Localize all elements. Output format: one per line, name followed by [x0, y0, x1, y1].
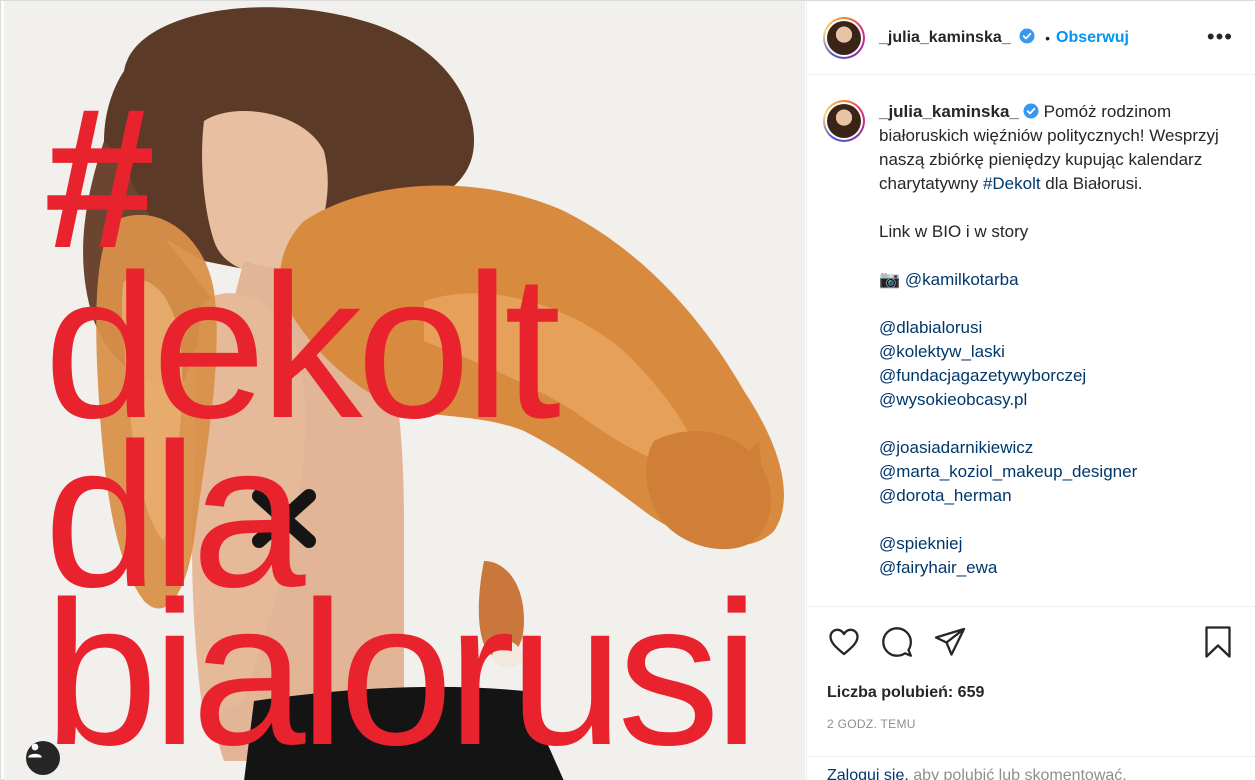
mentions-group-3: @spiekniej @fairyhair_ewa — [879, 532, 1219, 580]
caption-avatar-image — [827, 104, 861, 138]
mention-link[interactable]: @wysokieobcasy.pl — [879, 388, 1219, 412]
mention-link[interactable]: @dorota_herman — [879, 484, 1219, 508]
share-icon — [934, 627, 966, 656]
header-username-text[interactable]: _julia_kaminska_ — [879, 29, 1011, 46]
caption-avatar[interactable] — [823, 100, 865, 142]
login-link[interactable]: Zaloguj się, — [827, 767, 909, 780]
header-username[interactable]: _julia_kaminska_ — [879, 28, 1035, 47]
mention-link[interactable]: @fundacjagazetywyborczej — [879, 364, 1219, 388]
action-bar — [807, 606, 1255, 676]
caption-body-2: dla Białorusi. — [1040, 174, 1143, 193]
header-separator: • — [1045, 29, 1050, 46]
comment-button[interactable] — [880, 625, 914, 659]
login-prompt: Zaloguj się, aby polubić lub skomentować… — [807, 756, 1255, 780]
more-options-button[interactable]: ••• — [1207, 26, 1233, 48]
mention-link[interactable]: @joasiadarnikiewicz — [879, 436, 1219, 460]
avatar[interactable] — [823, 16, 865, 59]
bookmark-icon — [1205, 626, 1231, 658]
mention-link[interactable]: @spiekniej — [879, 532, 1219, 556]
post-side-panel: _julia_kaminska_ • Obserwuj ••• _julia_k… — [806, 1, 1255, 780]
login-prompt-text: aby polubić lub skomentować. — [908, 767, 1127, 780]
mentions-group-1: @dlabialorusi @kolektyw_laski @fundacjag… — [879, 316, 1219, 412]
likes-count[interactable]: Liczba polubień: 659 — [827, 684, 984, 702]
user-tag-button[interactable] — [26, 741, 60, 775]
caption-scroll-area[interactable]: _julia_kaminska_ Pomóż rodzinom białorus… — [807, 76, 1255, 606]
follow-button[interactable]: Obserwuj — [1056, 29, 1129, 47]
mention-link[interactable]: @marta_koziol_makeup_designer — [879, 460, 1219, 484]
like-button[interactable] — [827, 625, 861, 659]
photographer-line: 📷 @kamilkotarba — [879, 268, 1219, 292]
camera-emoji-icon: 📷 — [879, 270, 901, 289]
overlay-line-bialorusi: bialorusi — [44, 559, 759, 780]
verified-badge-icon — [1023, 103, 1039, 119]
user-tag-icon — [28, 743, 42, 758]
save-button[interactable] — [1201, 625, 1235, 659]
bio-line: Link w BIO i w story — [879, 222, 1029, 241]
post-header: _julia_kaminska_ • Obserwuj ••• — [807, 1, 1255, 75]
instagram-post-window: # dekolt dla bialorusi _julia_kaminska_ — [0, 0, 1255, 780]
caption-row: _julia_kaminska_ Pomóż rodzinom białorus… — [823, 100, 1240, 580]
verified-badge-icon — [1019, 28, 1035, 44]
caption-username[interactable]: _julia_kaminska_ — [879, 102, 1039, 121]
comment-icon — [882, 627, 912, 657]
mentions-group-2: @joasiadarnikiewicz @marta_koziol_makeup… — [879, 436, 1219, 508]
hashtag-link[interactable]: #Dekolt — [983, 174, 1041, 193]
share-button[interactable] — [933, 625, 967, 659]
caption-username-text[interactable]: _julia_kaminska_ — [879, 102, 1019, 121]
avatar-image — [827, 20, 861, 55]
mention-link[interactable]: @fairyhair_ewa — [879, 556, 1219, 580]
mention-link[interactable]: @dlabialorusi — [879, 316, 1219, 340]
heart-icon — [829, 628, 859, 656]
mention-link[interactable]: @kolektyw_laski — [879, 340, 1219, 364]
post-image[interactable]: # dekolt dla bialorusi — [4, 1, 805, 780]
mention-link[interactable]: @kamilkotarba — [905, 270, 1019, 289]
post-timestamp[interactable]: 2 GODZ. TEMU — [827, 717, 916, 731]
caption-text: _julia_kaminska_ Pomóż rodzinom białorus… — [879, 100, 1219, 580]
